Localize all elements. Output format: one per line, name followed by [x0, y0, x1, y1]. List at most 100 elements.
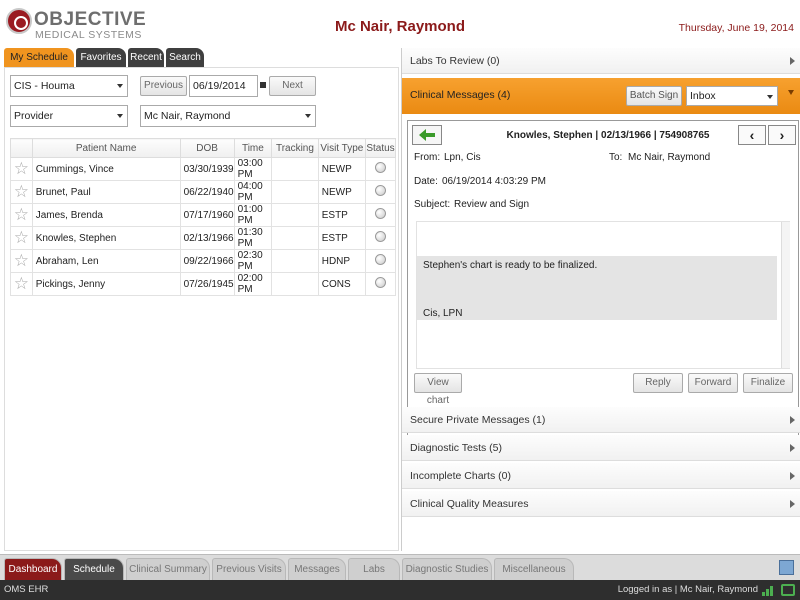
- star-icon[interactable]: ☆: [10, 226, 33, 250]
- tab-labs[interactable]: Labs: [348, 558, 400, 580]
- star-icon[interactable]: ☆: [10, 157, 33, 181]
- logged-in-user: Logged in as | Mc Nair, Raymond: [617, 584, 758, 595]
- next-button[interactable]: Next: [269, 76, 316, 96]
- patient-name[interactable]: Knowles, Stephen: [31, 226, 181, 250]
- patient-schedule-table: Patient Name DOB Time Tracking Visit Typ…: [10, 138, 396, 296]
- column-header-tracking[interactable]: Tracking: [271, 138, 319, 158]
- appointment-time: 02:30 PM: [233, 249, 273, 273]
- column-header-visit-type[interactable]: Visit Type: [317, 138, 367, 158]
- secure-messages-section[interactable]: Secure Private Messages (1): [402, 407, 800, 433]
- tab-messages[interactable]: Messages: [288, 558, 346, 580]
- batch-sign-button[interactable]: Batch Sign: [626, 86, 682, 106]
- column-header-time[interactable]: Time: [233, 138, 273, 158]
- previous-button[interactable]: Previous: [140, 76, 187, 96]
- star-icon[interactable]: ☆: [10, 203, 33, 227]
- from-value: Lpn, Cis: [444, 152, 481, 163]
- tab-diagnostic-studies[interactable]: Diagnostic Studies: [402, 558, 492, 580]
- status-dot-icon: [375, 254, 386, 265]
- patient-dob: 09/22/1966: [179, 249, 235, 273]
- subject-value: Review and Sign: [454, 199, 530, 210]
- tracking: [271, 272, 319, 296]
- table-header-row: Patient Name DOB Time Tracking Visit Typ…: [10, 138, 396, 158]
- patient-dob: 07/26/1945: [179, 272, 235, 296]
- patient-name[interactable]: Cummings, Vince: [31, 157, 181, 181]
- star-icon[interactable]: ☆: [10, 180, 33, 204]
- table-row[interactable]: ☆ Abraham, Len 09/22/1966 02:30 PM HDNP: [10, 249, 396, 273]
- location-select[interactable]: CIS - Houma: [10, 75, 128, 97]
- message-scrollbar[interactable]: [781, 222, 790, 368]
- table-row[interactable]: ☆ Cummings, Vince 03/30/1939 03:00 PM NE…: [10, 157, 396, 181]
- status-dot-icon: [375, 208, 386, 219]
- appointment-time: 04:00 PM: [233, 180, 273, 204]
- patient-name[interactable]: Pickings, Jenny: [31, 272, 181, 296]
- visit-type: NEWP: [317, 157, 367, 181]
- table-row[interactable]: ☆ Pickings, Jenny 07/26/1945 02:00 PM CO…: [10, 272, 396, 296]
- tab-search[interactable]: Search: [166, 48, 204, 67]
- from-label: From:: [414, 152, 441, 163]
- message-body[interactable]: Stephen's chart is ready to be finalized…: [416, 221, 790, 369]
- chevron-down-icon: [117, 84, 123, 88]
- view-chart-button[interactable]: View chart: [414, 373, 462, 406]
- patient-dob: 07/17/1960: [179, 203, 235, 227]
- tab-schedule[interactable]: Schedule: [64, 558, 124, 580]
- star-icon[interactable]: ☆: [10, 249, 33, 273]
- diagnostic-tests-section[interactable]: Diagnostic Tests (5): [402, 435, 800, 461]
- tab-favorites[interactable]: Favorites: [76, 48, 126, 67]
- status-cell: [365, 180, 396, 204]
- chevron-down-icon: [767, 95, 773, 99]
- back-button[interactable]: [412, 125, 442, 145]
- table-row[interactable]: ☆ Knowles, Stephen 02/13/1966 01:30 PM E…: [10, 226, 396, 250]
- appointment-time: 03:00 PM: [233, 157, 273, 181]
- column-header-dob[interactable]: DOB: [179, 138, 235, 158]
- tab-miscellaneous[interactable]: Miscellaneous: [494, 558, 574, 580]
- tracking: [271, 203, 319, 227]
- visit-type: CONS: [317, 272, 367, 296]
- chevron-right-icon: [790, 57, 795, 65]
- collapse-icon[interactable]: [788, 90, 794, 95]
- role-select[interactable]: Provider: [10, 105, 128, 127]
- column-header-patient-name[interactable]: Patient Name: [31, 138, 181, 158]
- next-message-button[interactable]: ›: [768, 125, 796, 145]
- inbox-select[interactable]: Inbox: [686, 86, 778, 106]
- clinical-messages-header[interactable]: Clinical Messages (4) Batch Sign Inbox: [402, 78, 800, 114]
- to-label: To:: [609, 152, 623, 163]
- visit-type: ESTP: [317, 203, 367, 227]
- message-patient-info: Knowles, Stephen | 02/13/1966 | 75490876…: [506, 130, 710, 141]
- tab-recent[interactable]: Recent: [128, 48, 164, 67]
- table-row[interactable]: ☆ James, Brenda 07/17/1960 01:00 PM ESTP: [10, 203, 396, 227]
- patient-name[interactable]: James, Brenda: [31, 203, 181, 227]
- tab-dashboard[interactable]: Dashboard: [4, 558, 62, 580]
- notes-icon[interactable]: [779, 560, 794, 575]
- provider-select[interactable]: Mc Nair, Raymond: [140, 105, 316, 127]
- tab-clinical-summary[interactable]: Clinical Summary: [126, 558, 210, 580]
- patient-name[interactable]: Brunet, Paul: [31, 180, 181, 204]
- table-row[interactable]: ☆ Brunet, Paul 06/22/1940 04:00 PM NEWP: [10, 180, 396, 204]
- patient-name[interactable]: Abraham, Len: [31, 249, 181, 273]
- forward-button[interactable]: Forward: [688, 373, 738, 393]
- star-icon[interactable]: ☆: [10, 272, 33, 296]
- calendar-icon[interactable]: [260, 82, 266, 88]
- connection-icon: [781, 584, 795, 596]
- date-input[interactable]: 06/19/2014: [189, 75, 258, 97]
- logo-subtext: MEDICAL SYSTEMS: [35, 29, 142, 41]
- tab-my-schedule[interactable]: My Schedule: [4, 48, 74, 67]
- tab-previous-visits[interactable]: Previous Visits: [212, 558, 286, 580]
- column-header-status[interactable]: Status: [365, 138, 396, 158]
- reply-button[interactable]: Reply: [633, 373, 683, 393]
- chevron-down-icon: [117, 114, 123, 118]
- labs-to-review-label: Labs To Review (0): [410, 55, 500, 67]
- finalize-button[interactable]: Finalize: [743, 373, 793, 393]
- patient-dob: 06/22/1940: [179, 180, 235, 204]
- previous-message-button[interactable]: ‹: [738, 125, 766, 145]
- appointment-time: 01:30 PM: [233, 226, 273, 250]
- patient-dob: 02/13/1966: [179, 226, 235, 250]
- appointment-time: 02:00 PM: [233, 272, 273, 296]
- role-select-value: Provider: [14, 110, 54, 122]
- quality-measures-label: Clinical Quality Measures: [410, 498, 529, 510]
- incomplete-charts-section[interactable]: Incomplete Charts (0): [402, 463, 800, 489]
- quality-measures-section[interactable]: Clinical Quality Measures: [402, 491, 800, 517]
- status-cell: [365, 272, 396, 296]
- labs-to-review-section[interactable]: Labs To Review (0): [402, 48, 800, 74]
- tracking: [271, 226, 319, 250]
- back-arrow-icon: [419, 129, 435, 141]
